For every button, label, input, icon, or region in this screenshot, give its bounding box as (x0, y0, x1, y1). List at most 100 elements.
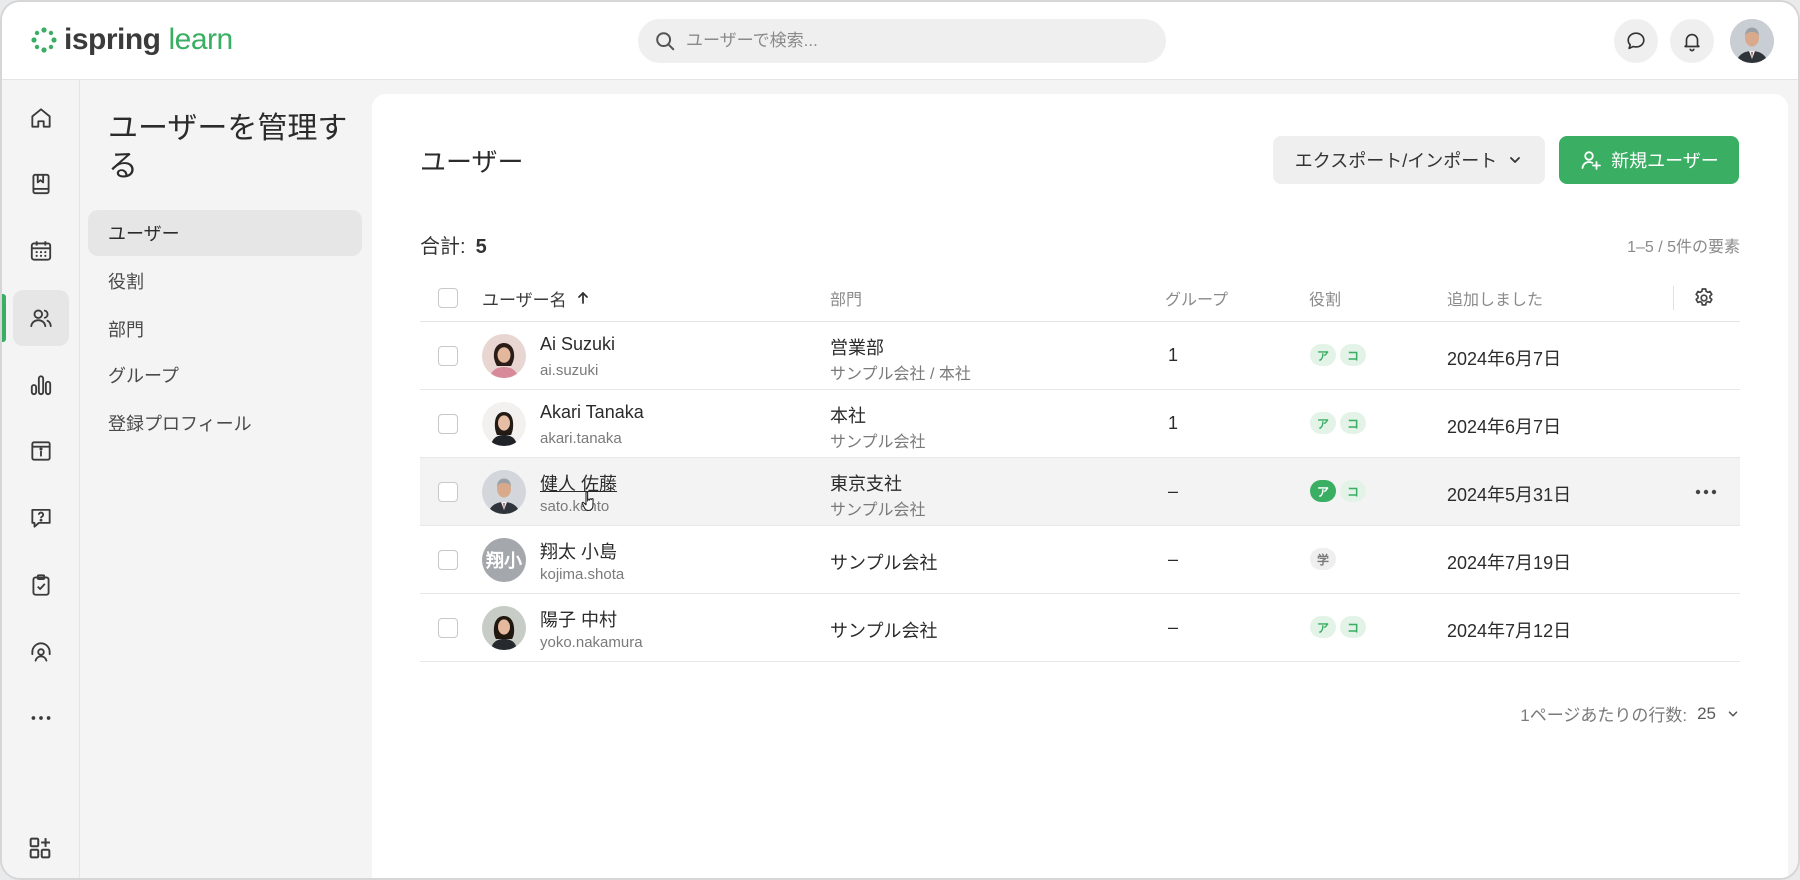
role-badge: コ (1340, 616, 1366, 638)
rows-per-page[interactable]: 1ページあたりの行数: 25 (1520, 701, 1740, 726)
user-login: kojima.shota (540, 566, 625, 583)
total-value: 5 (475, 236, 487, 258)
sidebar-title: ユーザーを管理する (108, 112, 348, 183)
row-checkbox[interactable] (438, 618, 458, 638)
user-name[interactable]: Akari Tanaka (540, 402, 644, 423)
department-name: サンプル会社 (830, 553, 938, 573)
table-row[interactable]: 翔小 翔太 小島 kojima.shota サンプル会社 – 学 2024年7月… (420, 526, 1740, 594)
rail-reports[interactable] (13, 357, 69, 413)
book-icon (32, 173, 50, 195)
rail-courses[interactable] (13, 156, 69, 212)
role-badges: ア コ (1310, 616, 1366, 638)
sidebar-item-registration-profiles[interactable]: 登録プロフィール (88, 400, 362, 446)
users-table: ユーザー名 部門 グループ 役割 追加しました Ai Suzuki ai.suz… (420, 274, 1740, 662)
department-path: サンプル会社 (830, 434, 926, 451)
rail-users[interactable] (2, 290, 69, 346)
column-username[interactable]: ユーザー名 (482, 274, 591, 322)
avatar-woman-icon (482, 334, 526, 378)
user-name[interactable]: 翔太 小島 (540, 538, 617, 564)
added-date: 2024年6月7日 (1447, 349, 1562, 369)
role-badges: ア コ (1310, 480, 1366, 502)
rail-more[interactable] (13, 690, 69, 746)
user-name[interactable]: 陽子 中村 (540, 606, 617, 632)
rail-help[interactable] (13, 490, 69, 546)
app-window: ispring learn ユーザーで検索... ユーザーを管理する ユーザー … (0, 0, 1800, 880)
row-actions-button[interactable] (1692, 480, 1720, 504)
rail-tasks[interactable] (13, 557, 69, 613)
department-name: 東京支社 (830, 474, 902, 494)
export-import-button[interactable]: エクスポート/インポート (1273, 136, 1545, 184)
table-settings-button[interactable] (1692, 274, 1716, 322)
chart-icon (30, 375, 52, 396)
row-checkbox[interactable] (438, 346, 458, 366)
chevron-down-icon (1510, 157, 1521, 163)
new-user-label: 新規ユーザー (1611, 151, 1719, 171)
avatar-man-icon (482, 470, 526, 514)
support-icon (31, 642, 51, 662)
section-sidebar: ユーザーを管理する ユーザー 役割 部門 グループ 登録プロフィール (80, 80, 370, 878)
rail-home[interactable] (13, 90, 69, 146)
info-archive-icon (31, 441, 51, 461)
department-name: 営業部 (830, 338, 884, 358)
search-box[interactable] (638, 19, 1166, 63)
avatar (482, 334, 526, 378)
sidebar-item-departments[interactable]: 部門 (88, 306, 362, 352)
role-badge: ア (1310, 480, 1336, 502)
new-user-button[interactable]: 新規ユーザー (1559, 136, 1739, 184)
notifications-button[interactable] (1670, 19, 1714, 63)
icon-rail (2, 80, 80, 878)
table-header: ユーザー名 部門 グループ 役割 追加しました (420, 274, 1740, 322)
row-checkbox[interactable] (438, 414, 458, 434)
add-user-icon (1581, 151, 1602, 170)
sidebar-item-roles[interactable]: 役割 (88, 258, 362, 304)
role-badges: 学 (1310, 548, 1336, 570)
avatar (482, 606, 526, 650)
column-roles[interactable]: 役割 (1309, 274, 1341, 322)
logo[interactable]: ispring learn (30, 22, 233, 58)
sidebar-item-groups[interactable]: グループ (88, 352, 362, 398)
chevron-down-icon (1728, 710, 1738, 717)
added-date: 2024年7月12日 (1447, 621, 1572, 641)
ispring-logo-icon (31, 27, 57, 53)
table-row[interactable]: 健人 佐藤 sato.kento 東京支社 サンプル会社 – ア コ 2024年… (420, 458, 1740, 526)
sidebar-item-users[interactable]: ユーザー (88, 210, 362, 256)
brand-name-part2: learn (168, 23, 234, 56)
column-groups[interactable]: グループ (1165, 274, 1228, 322)
row-checkbox[interactable] (438, 482, 458, 502)
user-name[interactable]: 健人 佐藤 (540, 470, 617, 496)
add-widget-icon[interactable] (26, 834, 54, 862)
user-name[interactable]: Ai Suzuki (540, 334, 615, 355)
role-badge: コ (1340, 480, 1366, 502)
rail-support[interactable] (13, 624, 69, 680)
column-username-label: ユーザー名 (482, 290, 567, 310)
more-dots-icon (31, 716, 51, 720)
user-login: yoko.nakamura (540, 634, 643, 651)
role-badges: ア コ (1310, 412, 1366, 434)
role-badge: ア (1310, 616, 1336, 638)
table-row[interactable]: Akari Tanaka akari.tanaka 本社 サンプル会社 1 ア … (420, 390, 1740, 458)
brand-name-part1: ispring (64, 23, 161, 56)
group-count: – (1168, 617, 1179, 637)
chat-button[interactable] (1614, 19, 1658, 63)
row-checkbox[interactable] (438, 550, 458, 570)
table-row[interactable]: Ai Suzuki ai.suzuki 営業部 サンプル会社 / 本社 1 ア … (420, 322, 1740, 390)
range-text: 1–5 / 5件の要素 (1627, 239, 1740, 256)
group-count: – (1168, 481, 1179, 501)
total-count: 合計: 5 (420, 230, 487, 259)
added-date: 2024年6月7日 (1447, 417, 1562, 437)
current-user-avatar[interactable] (1730, 19, 1774, 63)
main-panel: ユーザー エクスポート/インポート 新規ユーザー 合計: 5 1–5 / 5件の要… (372, 94, 1788, 878)
arrow-up-icon (577, 292, 588, 304)
column-department[interactable]: 部門 (830, 274, 862, 322)
group-count: 1 (1168, 413, 1179, 433)
rail-info[interactable] (13, 423, 69, 479)
role-badges: ア コ (1310, 344, 1366, 366)
search-input[interactable] (686, 31, 1126, 51)
select-all-checkbox[interactable] (438, 288, 458, 308)
department-path: サンプル会社 (830, 502, 926, 519)
column-added[interactable]: 追加しました (1447, 274, 1543, 322)
rail-calendar[interactable] (13, 223, 69, 279)
avatar-man-icon (1730, 19, 1774, 63)
more-dots-icon (1695, 489, 1717, 495)
table-row[interactable]: 陽子 中村 yoko.nakamura サンプル会社 – ア コ 2024年7月… (420, 594, 1740, 662)
